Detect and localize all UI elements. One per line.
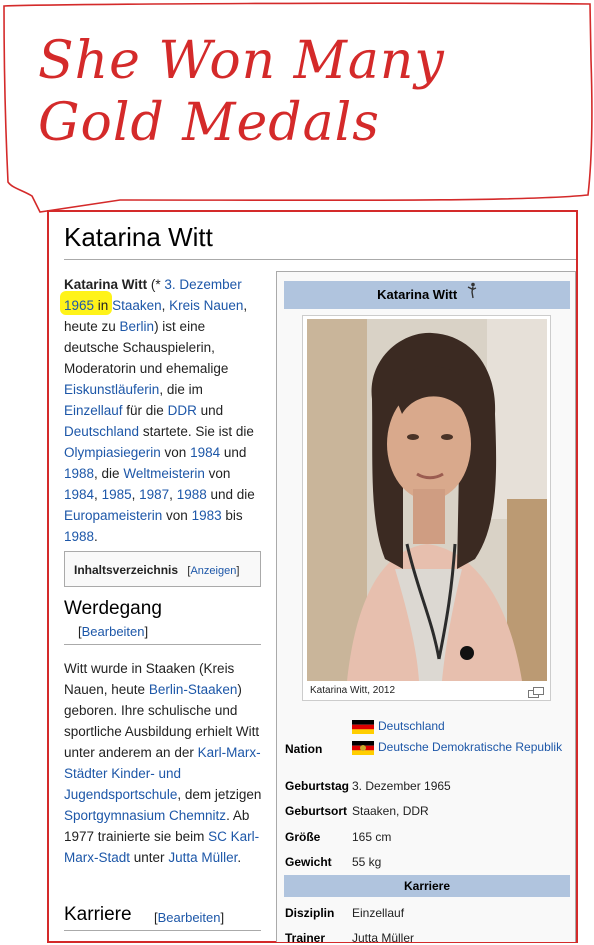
trainer-value: Jutta Müller [352, 931, 415, 942]
world-champion-link[interactable]: Weltmeisterin [123, 466, 205, 481]
european-champion-link[interactable]: Europameisterin [64, 508, 162, 523]
edit-section-karriere[interactable]: [Bearbeiten] [154, 910, 224, 925]
werdegang-paragraph: Witt wurde in Staaken (Kreis Nauen, heut… [64, 661, 262, 865]
photo-caption: Katarina Witt, 2012 [310, 685, 396, 696]
nation-label: Nation [285, 742, 323, 756]
germany-link[interactable]: Deutschland [64, 424, 139, 439]
gdr-flag-icon [352, 740, 374, 755]
trainer-label: Trainer [285, 931, 326, 942]
nation-link-gdr[interactable]: Deutsche Demokratische Republik [378, 740, 562, 754]
kreis-nauen-link[interactable]: Kreis Nauen [169, 298, 243, 313]
toc-toggle[interactable]: [Anzeigen] [187, 565, 239, 577]
birthplace-value: Staaken, DDR [352, 804, 429, 818]
edit-werdegang-link[interactable]: Bearbeiten [82, 624, 145, 639]
enlarge-icon[interactable] [528, 685, 544, 703]
berlin-link[interactable]: Berlin [120, 319, 155, 334]
jutta-mueller-link[interactable]: Jutta Müller [168, 850, 237, 865]
birthplace-label: Geburtsort [285, 804, 348, 818]
berlin-staaken-link[interactable]: Berlin-Staaken [149, 682, 238, 697]
germany-flag-icon [352, 719, 374, 734]
handwriting-text: She Won Many Gold Medals [38, 31, 445, 153]
weight-label: Gewicht [285, 855, 332, 869]
section-divider [64, 930, 261, 931]
table-of-contents: Inhaltsverzeichnis [Anzeigen] [64, 551, 261, 587]
wc-1985-link[interactable]: 1985 [102, 487, 132, 502]
section-heading-werdegang: Werdegang [64, 598, 162, 619]
career-subheader: Karriere [284, 875, 570, 897]
subject-name: Katarina Witt [64, 277, 148, 292]
birthdate-label: Geburtstag [285, 779, 350, 793]
singles-link[interactable]: Einzellauf [64, 403, 123, 418]
ec-1988-link[interactable]: 1988 [64, 529, 94, 544]
nation-link-germany[interactable]: Deutschland [378, 719, 445, 733]
ec-1983-link[interactable]: 1983 [192, 508, 222, 523]
birth-date-link[interactable]: 3. Dezember [164, 277, 241, 292]
staaken-link[interactable]: Staaken [112, 298, 162, 313]
ddr-link[interactable]: DDR [168, 403, 197, 418]
nation-value-2: Deutsche Demokratische Republik [352, 740, 562, 755]
birthdate-value: 3. Dezember 1965 [352, 779, 451, 793]
sportgymnasium-link[interactable]: Sportgymnasium Chemnitz [64, 808, 226, 823]
infobox-title: Katarina Witt [377, 287, 458, 302]
birth-year-link[interactable]: 1965 [64, 298, 94, 313]
infobox: Katarina Witt Katarina Witt, 2012 Nation… [276, 271, 576, 942]
figure-skater-link[interactable]: Eiskunstläuferin [64, 382, 159, 397]
discipline-value: Einzellauf [352, 906, 405, 920]
height-label: Größe [285, 830, 321, 844]
section-divider [64, 644, 261, 645]
year-1984-link[interactable]: 1984 [190, 445, 220, 460]
handwritten-note: She Won Many Gold Medals [0, 0, 594, 215]
wc-1987-link[interactable]: 1987 [139, 487, 169, 502]
nation-value-1: Deutschland [352, 719, 445, 734]
infobox-header: Katarina Witt [284, 281, 570, 309]
photo-thumbnail[interactable]: Katarina Witt, 2012 [302, 315, 551, 701]
toc-show-link[interactable]: Anzeigen [190, 565, 236, 577]
lead-paragraph: Katarina Witt (* 3. Dezember 1965 in Sta… [64, 277, 255, 544]
wc-1984-link[interactable]: 1984 [64, 487, 94, 502]
year-1988-link[interactable]: 1988 [64, 466, 94, 481]
toc-title: Inhaltsverzeichnis [74, 563, 179, 577]
wiki-article: Katarina Witt Katarina Witt (* 3. Dezemb… [56, 214, 576, 942]
height-value: 165 cm [352, 830, 392, 844]
edit-karriere-link[interactable]: Bearbeiten [158, 910, 221, 925]
olympic-champion-link[interactable]: Olympiasiegerin [64, 445, 161, 460]
wc-1988-link[interactable]: 1988 [177, 487, 207, 502]
figure-skater-icon [467, 282, 477, 310]
page-title: Katarina Witt [64, 222, 576, 260]
portrait-photo[interactable] [307, 319, 547, 681]
weight-value: 55 kg [352, 855, 382, 869]
edit-section-werdegang[interactable]: [Bearbeiten] [78, 624, 148, 639]
discipline-label: Disziplin [285, 906, 335, 920]
